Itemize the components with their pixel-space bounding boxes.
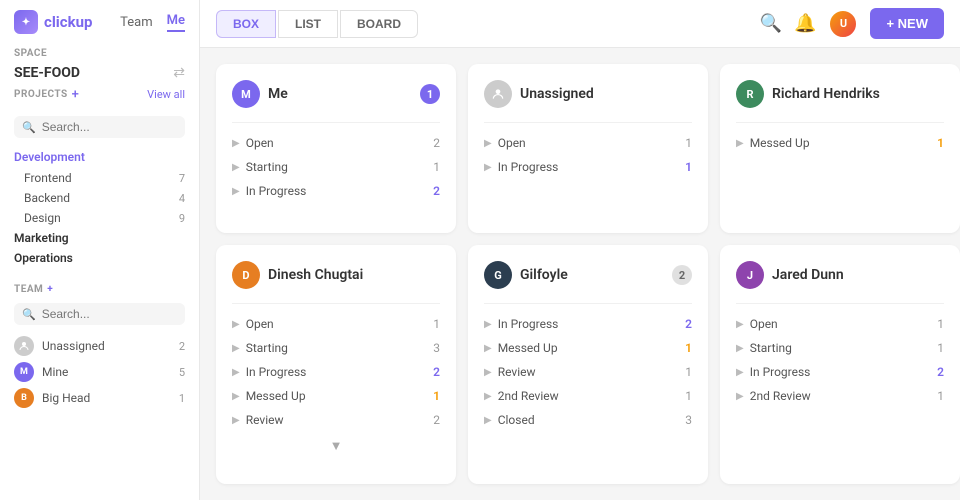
team-member-unassigned[interactable]: Unassigned 2 xyxy=(0,333,199,359)
card-gilfoyle-2ndreview[interactable]: ▶2nd Review 1 xyxy=(484,384,692,408)
project-search: 🔍 xyxy=(14,116,185,138)
avatar-richard: R xyxy=(736,80,764,108)
notifications-icon[interactable]: 🔔 xyxy=(794,13,816,34)
team-search-input[interactable] xyxy=(42,307,177,321)
view-tabs: BOX LIST BOARD xyxy=(216,10,418,38)
card-unassigned-open[interactable]: ▶Open 1 xyxy=(484,131,692,155)
card-dinesh-open[interactable]: ▶Open 1 xyxy=(232,312,440,336)
card-row-starting[interactable]: ▶Starting 1 xyxy=(232,155,440,179)
me-tab[interactable]: Me xyxy=(167,13,185,32)
tab-box[interactable]: BOX xyxy=(216,10,276,38)
card-gilfoyle-messup[interactable]: ▶Messed Up 1 xyxy=(484,336,692,360)
projects-label: PROJECTS + xyxy=(14,87,79,102)
card-dinesh-messup[interactable]: ▶Messed Up 1 xyxy=(232,384,440,408)
avatar-unassigned xyxy=(14,336,34,356)
team-section: TEAM + 🔍 Unassigned 2 M Mine 5 xyxy=(0,276,199,411)
team-search-icon: 🔍 xyxy=(22,308,36,321)
space-name: SEE-FOOD xyxy=(14,65,80,81)
card-badge-me: 1 xyxy=(420,84,440,104)
sidebar-item-operations[interactable]: Operations xyxy=(0,248,199,268)
expand-button-dinesh[interactable]: ▼ xyxy=(232,438,440,454)
card-unassigned: Unassigned ▶Open 1 ▶In Progress 1 xyxy=(468,64,708,233)
space-label: SPACE xyxy=(14,48,185,59)
avatar-gilfoyle: G xyxy=(484,261,512,289)
main-content: BOX LIST BOARD 🔍 🔔 U + NEW M Me 1 xyxy=(200,0,960,500)
card-gilfoyle-inprogress[interactable]: ▶In Progress 2 xyxy=(484,312,692,336)
card-gilfoyle-closed[interactable]: ▶Closed 3 xyxy=(484,408,692,432)
card-dinesh-starting[interactable]: ▶Starting 3 xyxy=(232,336,440,360)
app-logo: ✦ clickup xyxy=(14,10,92,34)
app-name: clickup xyxy=(44,13,92,31)
avatar-bighead: B xyxy=(14,388,34,408)
card-badge-gilfoyle: 2 xyxy=(672,265,692,285)
sidebar: ✦ clickup Team Me SPACE SEE-FOOD ⇄ PROJE… xyxy=(0,0,200,500)
card-jared: J Jared Dunn ▶Open 1 ▶Starting 1 ▶In Pro… xyxy=(720,245,960,484)
sidebar-item-frontend[interactable]: Frontend 7 xyxy=(0,168,199,188)
logo-icon: ✦ xyxy=(14,10,38,34)
team-tab[interactable]: Team xyxy=(120,15,153,30)
card-dinesh-inprogress[interactable]: ▶In Progress 2 xyxy=(232,360,440,384)
topbar: BOX LIST BOARD 🔍 🔔 U + NEW xyxy=(200,0,960,48)
sidebar-top: ✦ clickup Team Me xyxy=(0,0,199,40)
search-icon: 🔍 xyxy=(22,121,36,134)
card-jared-inprogress[interactable]: ▶In Progress 2 xyxy=(736,360,944,384)
card-row-inprogress[interactable]: ▶In Progress 2 xyxy=(232,179,440,203)
space-section: SPACE SEE-FOOD ⇄ xyxy=(0,40,199,87)
add-team-icon[interactable]: + xyxy=(47,284,53,295)
avatar-jared: J xyxy=(736,261,764,289)
tab-board[interactable]: BOARD xyxy=(340,10,418,38)
team-member-mine[interactable]: M Mine 5 xyxy=(0,359,199,385)
avatar-me: M xyxy=(232,80,260,108)
card-dinesh-review[interactable]: ▶Review 2 xyxy=(232,408,440,432)
avatar-unassigned-card xyxy=(484,80,512,108)
avatar-mine: M xyxy=(14,362,34,382)
sidebar-item-backend[interactable]: Backend 4 xyxy=(0,188,199,208)
add-project-icon[interactable]: + xyxy=(72,87,80,102)
team-search: 🔍 xyxy=(14,303,185,325)
collapse-icon[interactable]: ⇄ xyxy=(173,65,185,81)
team-label: TEAM + xyxy=(14,284,53,295)
card-row-open[interactable]: ▶Open 2 xyxy=(232,131,440,155)
card-jared-2ndreview[interactable]: ▶2nd Review 1 xyxy=(736,384,944,408)
card-richard-messup[interactable]: ▶Messed Up 1 xyxy=(736,131,944,155)
search-input[interactable] xyxy=(42,120,177,134)
search-icon[interactable]: 🔍 xyxy=(760,13,782,34)
board-area: M Me 1 ▶Open 2 ▶Starting 1 ▶In Progress … xyxy=(200,48,960,500)
card-jared-starting[interactable]: ▶Starting 1 xyxy=(736,336,944,360)
tab-list[interactable]: LIST xyxy=(278,10,338,38)
user-avatar[interactable]: U xyxy=(828,9,858,39)
sidebar-items-list: Frontend 7 Backend 4 Design 9 xyxy=(0,168,199,228)
board-grid: M Me 1 ▶Open 2 ▶Starting 1 ▶In Progress … xyxy=(216,64,960,484)
card-richard: R Richard Hendriks ▶Messed Up 1 xyxy=(720,64,960,233)
card-dinesh: D Dinesh Chugtai ▶Open 1 ▶Starting 3 ▶In… xyxy=(216,245,456,484)
card-gilfoyle: G Gilfoyle 2 ▶In Progress 2 ▶Messed Up 1… xyxy=(468,245,708,484)
view-all-button[interactable]: View all xyxy=(147,88,185,101)
development-group[interactable]: Development xyxy=(0,146,199,168)
topbar-right: 🔍 🔔 U + NEW xyxy=(760,8,944,39)
card-jared-open[interactable]: ▶Open 1 xyxy=(736,312,944,336)
card-me: M Me 1 ▶Open 2 ▶Starting 1 ▶In Progress … xyxy=(216,64,456,233)
team-member-bighead[interactable]: B Big Head 1 xyxy=(0,385,199,411)
new-button[interactable]: + NEW xyxy=(870,8,944,39)
sidebar-item-design[interactable]: Design 9 xyxy=(0,208,199,228)
avatar-dinesh: D xyxy=(232,261,260,289)
sidebar-item-marketing[interactable]: Marketing xyxy=(0,228,199,248)
card-unassigned-inprogress[interactable]: ▶In Progress 1 xyxy=(484,155,692,179)
projects-section: PROJECTS + View all xyxy=(0,87,199,112)
card-gilfoyle-review[interactable]: ▶Review 1 xyxy=(484,360,692,384)
